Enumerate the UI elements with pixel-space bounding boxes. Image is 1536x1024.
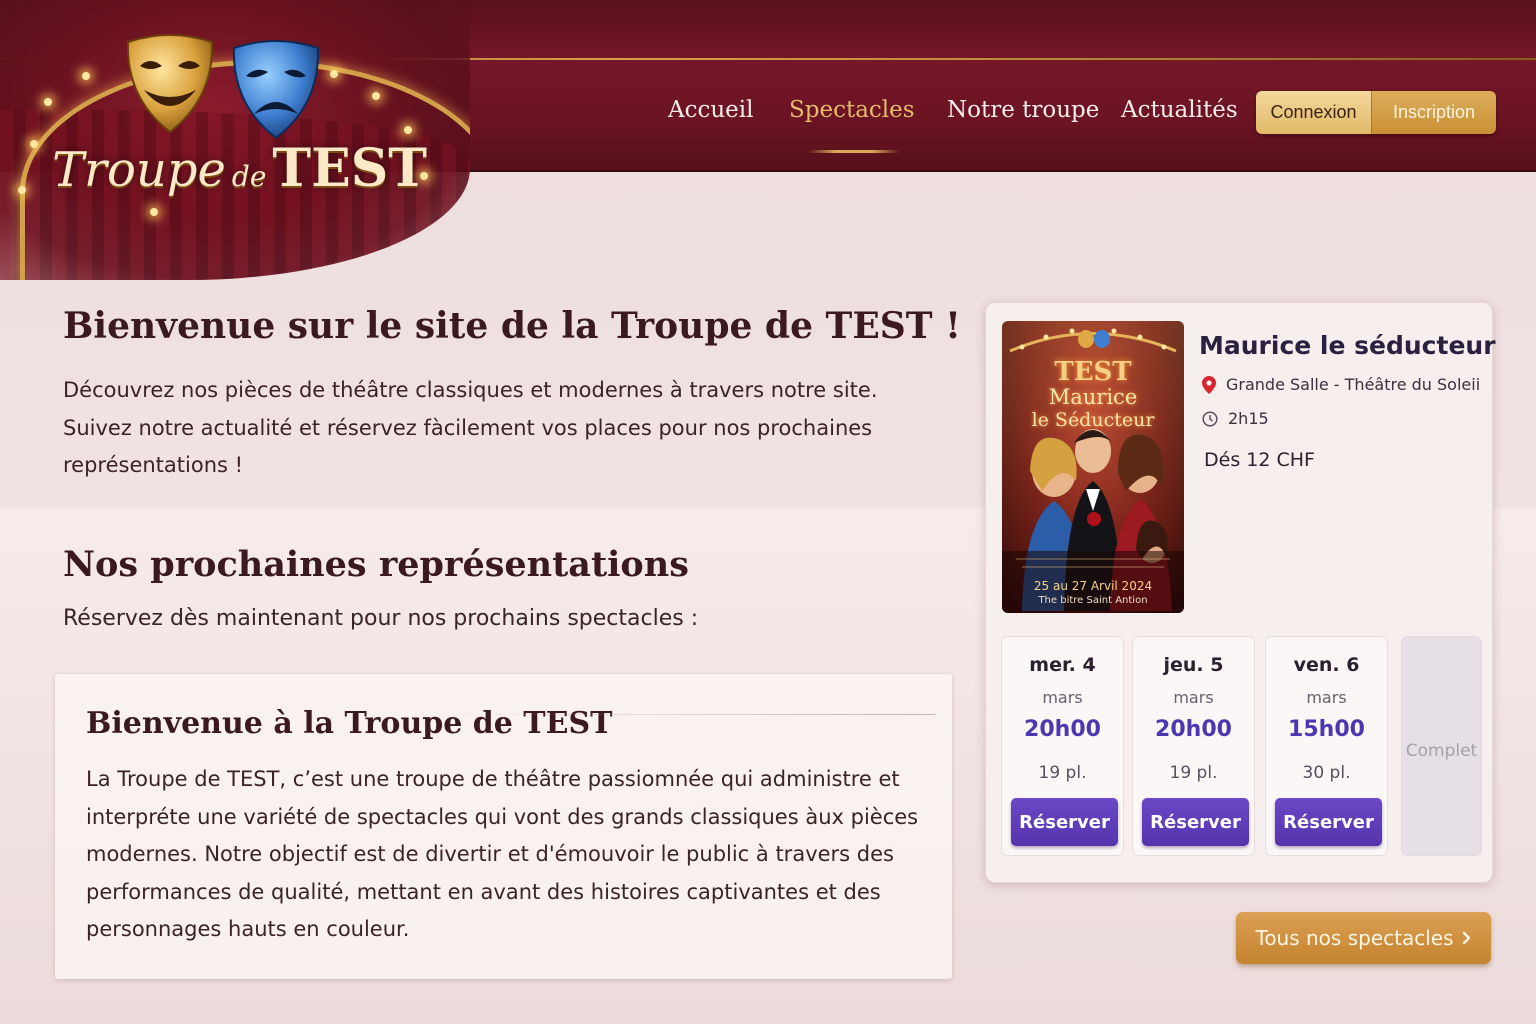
show-duration-text: 2h15 (1228, 409, 1269, 428)
intro-text: Découvrez nos pièces de théâtre classiqu… (63, 378, 878, 477)
date-places: 19 pl. (1038, 763, 1087, 783)
reserve-button[interactable]: Réserver (1011, 798, 1118, 846)
reserve-button[interactable]: Réserver (1142, 798, 1249, 846)
poster-title-line2: le Séducteur (1031, 409, 1155, 431)
date-tile-full: Complet (1401, 636, 1482, 856)
date-places: 19 pl. (1169, 763, 1218, 783)
light-bulb (372, 92, 380, 100)
chevron-right-icon (1462, 931, 1470, 945)
date-month: mars (1306, 688, 1347, 707)
all-shows-button[interactable]: Tous nos spectacles (1236, 912, 1491, 964)
nav-spectacles[interactable]: Spectacles (789, 97, 915, 123)
light-bulb (150, 208, 158, 216)
tragedy-mask-icon (228, 34, 324, 142)
auth-buttons: Connexion Inscription (1256, 91, 1496, 134)
show-card: TEST Maurice le Séducteur 25 au 27 Arvil… (985, 302, 1496, 883)
logo-word-de: de (231, 160, 267, 193)
nav-actualites[interactable]: Actualités (1121, 97, 1238, 123)
reserve-button[interactable]: Réserver (1275, 798, 1382, 846)
poster-title-line1: Maurice (1048, 385, 1138, 409)
date-tile: mer. 4 mars 20h00 19 pl. Réserver (1001, 636, 1124, 856)
date-month: mars (1173, 688, 1214, 707)
show-location-text: Grande Salle - Théâtre du Soleii (1226, 375, 1481, 394)
date-day: ven. 6 (1293, 654, 1360, 676)
show-title[interactable]: Maurice le séducteur (1199, 331, 1496, 360)
poster-dates: 25 au 27 Arvil 2024 (1033, 579, 1153, 593)
light-bulb (330, 70, 338, 78)
date-places: 30 pl. (1302, 763, 1351, 783)
logo-wordmark: Troupe de TEST (52, 138, 427, 199)
poster-test: TEST (1054, 357, 1132, 387)
light-bulb (404, 126, 412, 134)
light-bulb (82, 72, 90, 80)
show-duration: 2h15 (1202, 409, 1269, 428)
show-price: Dés 12 CHF (1204, 449, 1315, 471)
divider (435, 714, 935, 715)
logo-word-test: TEST (272, 138, 427, 199)
about-card: Bienvenue à la Troupe de TEST La Troupe … (55, 674, 952, 979)
light-bulb (44, 98, 52, 106)
date-tile: jeu. 5 mars 20h00 19 pl. Réserver (1132, 636, 1255, 856)
upcoming-subtitle: Réservez dès maintenant pour nos prochai… (63, 606, 699, 631)
poster-venue: The bitre Saint Antion (1038, 595, 1148, 606)
date-tile: ven. 6 mars 15h00 30 pl. Réserver (1265, 636, 1388, 856)
upcoming-title: Nos prochaines représentations (63, 544, 689, 585)
date-time: 20h00 (1155, 717, 1232, 742)
page-title: Bienvenue sur le site de la Troupe de TE… (63, 305, 961, 347)
clock-icon (1202, 410, 1218, 427)
nav-accueil[interactable]: Accueil (668, 97, 754, 123)
light-bulb (30, 140, 38, 148)
about-title: Bienvenue à la Troupe de TEST (86, 706, 613, 741)
date-day: jeu. 5 (1163, 654, 1224, 676)
login-button[interactable]: Connexion (1256, 91, 1372, 134)
date-time: 20h00 (1024, 717, 1101, 742)
full-label: Complet (1405, 741, 1478, 761)
about-text: La Troupe de TEST, c’est une troupe de t… (86, 767, 919, 941)
logo-word-troupe: Troupe (52, 142, 226, 198)
comedy-mask-icon (122, 28, 218, 136)
show-poster[interactable]: TEST Maurice le Séducteur 25 au 27 Arvil… (1002, 321, 1184, 613)
date-month: mars (1042, 688, 1083, 707)
show-location: Grande Salle - Théâtre du Soleii (1202, 375, 1480, 394)
nav-active-indicator (808, 150, 900, 153)
all-shows-label: Tous nos spectacles (1255, 926, 1454, 950)
pin-icon (1202, 375, 1216, 394)
nav-notre-troupe[interactable]: Notre troupe (947, 97, 1099, 123)
light-bulb (18, 186, 26, 194)
site-logo[interactable]: Troupe de TEST (0, 0, 470, 280)
date-day: mer. 4 (1029, 654, 1096, 676)
date-time: 15h00 (1288, 717, 1365, 742)
signup-button[interactable]: Inscription (1372, 91, 1496, 134)
